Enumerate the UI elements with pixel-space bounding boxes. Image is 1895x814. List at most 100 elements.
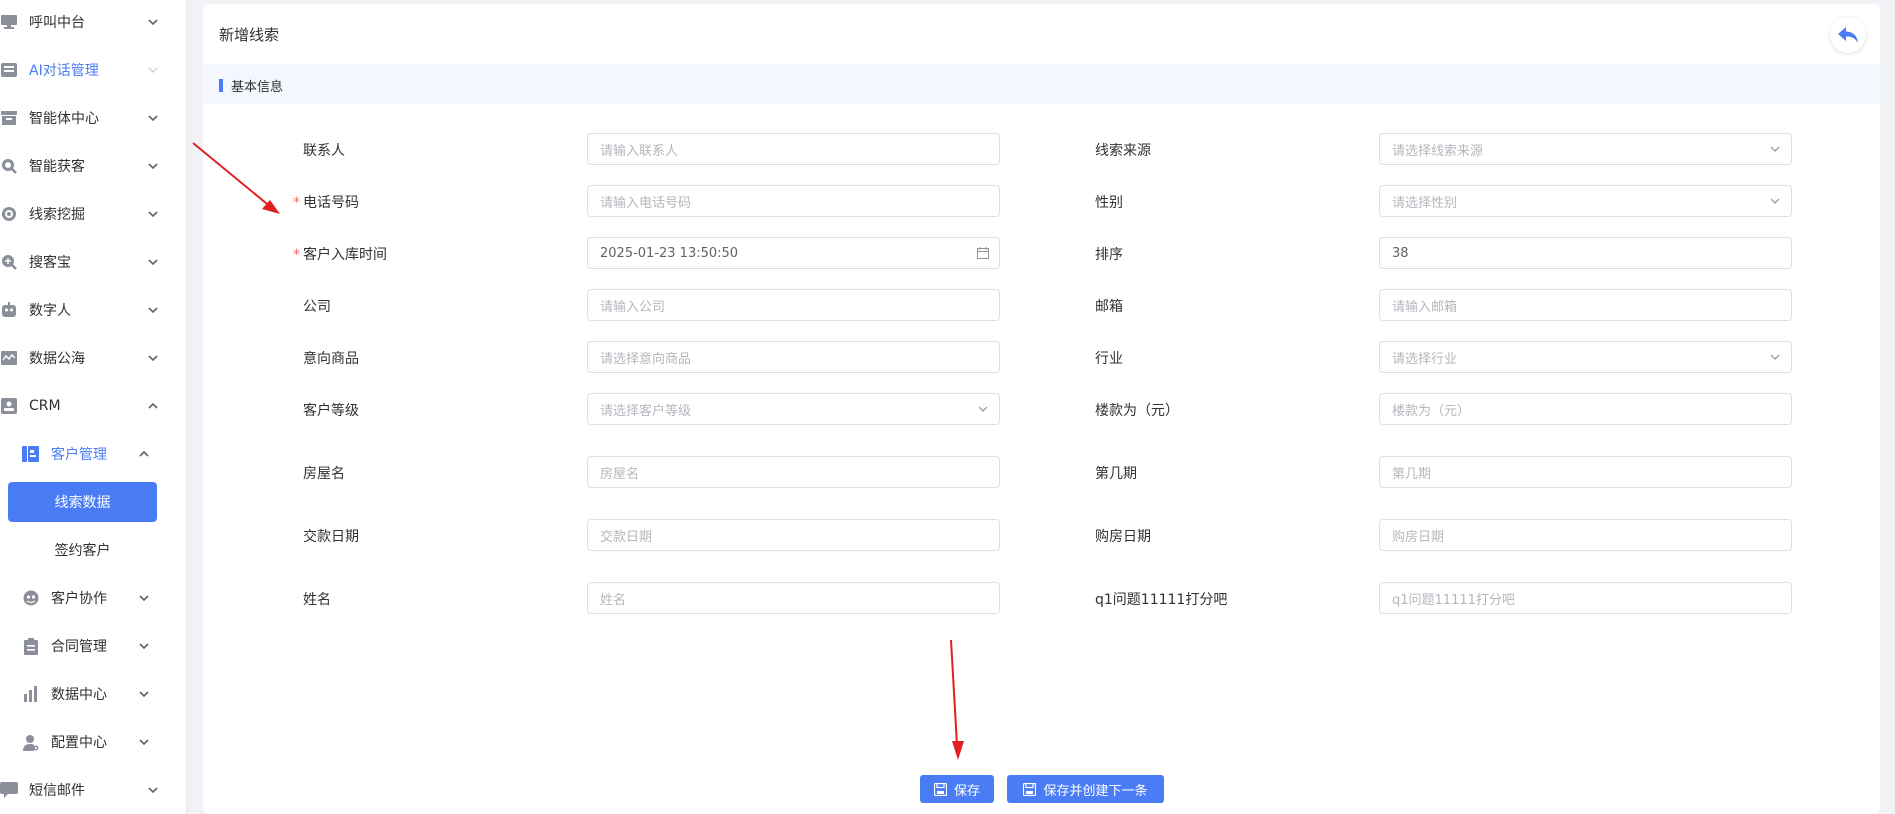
sidebar-item-customer-collab[interactable]: 客户协作	[0, 578, 187, 618]
sidebar-item-agent-center[interactable]: 智能体中心	[0, 98, 187, 138]
sidebar-item-label: 数据中心	[51, 687, 107, 703]
label-payment-date: 交款日期	[303, 529, 359, 545]
customer-level-select[interactable]: 请选择客户等级	[587, 393, 1000, 425]
clipboard-icon	[22, 637, 40, 655]
payment-date-input[interactable]: 交款日期	[587, 519, 1000, 551]
sidebar-item-soukebao[interactable]: 搜客宝	[0, 242, 187, 282]
sidebar-item-label: 合同管理	[51, 639, 107, 655]
sidebar-item-contract-mgmt[interactable]: 合同管理	[0, 626, 187, 666]
sidebar-item-data-center[interactable]: 数据中心	[0, 674, 187, 714]
q1-score-input[interactable]: q1问题11111打分吧	[1379, 582, 1792, 614]
sidebar-item-label: 搜客宝	[29, 255, 71, 271]
sidebar-item-data-sea[interactable]: 数据公海	[0, 338, 187, 378]
label-contact: 联系人	[303, 143, 345, 159]
id-card-icon	[0, 398, 18, 414]
new-lead-form-card: 新增线索 基本信息 联系人 * 电话号码 * 客户入库时间 公司 意向商品 客户等级…	[203, 4, 1880, 814]
sidebar-item-label: 呼叫中台	[29, 15, 85, 31]
sidebar-item-sms-email[interactable]: 短信邮件	[0, 770, 187, 810]
team-icon	[22, 590, 40, 606]
label-name: 姓名	[303, 592, 331, 608]
label-entry-time: * 客户入库时间	[293, 247, 387, 263]
name-input[interactable]: 姓名	[587, 582, 1000, 614]
chevron-down-icon	[1770, 354, 1780, 360]
chevron-up-icon	[139, 450, 149, 457]
entry-time-picker[interactable]: 2025-01-23 13:50:50	[587, 237, 1000, 269]
save-button[interactable]: 保存	[920, 775, 994, 803]
sidebar-item-ai-dialog[interactable]: AI对话管理	[0, 50, 187, 90]
sort-input[interactable]: 38	[1379, 237, 1792, 269]
search-circle-icon	[0, 158, 18, 174]
section-header: 基本信息	[203, 64, 1880, 104]
calendar-icon	[977, 247, 989, 259]
label-lead-source: 线索来源	[1095, 143, 1151, 159]
sidebar-item-label: CRM	[29, 398, 61, 414]
purchase-date-input[interactable]: 购房日期	[1379, 519, 1792, 551]
label-house-name: 房屋名	[303, 466, 345, 482]
save-icon	[933, 782, 947, 796]
sidebar-item-smart-acquire[interactable]: 智能获客	[0, 146, 187, 186]
label-email: 邮箱	[1095, 299, 1123, 315]
back-button[interactable]	[1830, 17, 1866, 53]
sidebar-item-label: 数字人	[29, 303, 71, 319]
label-company: 公司	[303, 299, 331, 315]
robot-icon	[0, 302, 18, 318]
sidebar-item-signed-customers[interactable]: 签约客户	[8, 530, 157, 570]
sidebar-item-label: 智能获客	[29, 159, 85, 175]
sidebar-item-label: 数据公海	[29, 351, 85, 367]
chevron-down-icon	[148, 787, 158, 794]
sidebar-item-label: AI对话管理	[29, 63, 99, 79]
chevron-down-icon	[139, 595, 149, 602]
product-select[interactable]: 请选择意向商品	[587, 341, 1000, 373]
sidebar-item-lead-mining[interactable]: 线索挖掘	[0, 194, 187, 234]
label-phone: * 电话号码	[293, 195, 359, 211]
sidebar-item-label: 签约客户	[54, 543, 111, 559]
lead-source-select[interactable]: 请选择线索来源	[1379, 133, 1792, 165]
label-phase: 第几期	[1095, 466, 1137, 482]
box-icon	[0, 110, 18, 126]
page-title: 新增线索	[219, 26, 280, 44]
contact-input[interactable]: 请输入联系人	[587, 133, 1000, 165]
contacts-icon	[22, 446, 40, 462]
gender-select[interactable]: 请选择性别	[1379, 185, 1792, 217]
chevron-down-icon	[139, 691, 149, 698]
sidebar-item-call-center[interactable]: 呼叫中台	[0, 2, 187, 42]
sidebar-item-label: 智能体中心	[29, 111, 99, 127]
save-and-create-next-button[interactable]: 保存并创建下一条	[1007, 775, 1164, 803]
label-product: 意向商品	[303, 351, 359, 367]
user-gear-icon	[22, 734, 40, 751]
book-icon	[0, 62, 18, 78]
phase-input[interactable]: 第几期	[1379, 456, 1792, 488]
chevron-down-icon	[1770, 146, 1780, 152]
section-marker	[219, 79, 223, 92]
phone-input[interactable]: 请输入电话号码	[587, 185, 1000, 217]
company-input[interactable]: 请输入公司	[587, 289, 1000, 321]
house-name-input[interactable]: 房屋名	[587, 456, 1000, 488]
label-payment-amount: 楼款为（元）	[1095, 403, 1179, 419]
sidebar-item-digital-human[interactable]: 数字人	[0, 290, 187, 330]
payment-amount-input[interactable]: 楼款为（元）	[1379, 393, 1792, 425]
label-gender: 性别	[1095, 195, 1123, 211]
sidebar-item-crm[interactable]: CRM	[0, 386, 187, 426]
sidebar-item-label: 线索挖掘	[29, 207, 85, 223]
section-title: 基本信息	[231, 80, 284, 95]
monitor-icon	[0, 14, 18, 30]
chevron-down-icon	[148, 19, 158, 26]
chevron-down-icon	[148, 67, 158, 73]
industry-select[interactable]: 请选择行业	[1379, 341, 1792, 373]
label-q1-score: q1问题11111打分吧	[1095, 592, 1228, 608]
sidebar-item-config-center[interactable]: 配置中心	[0, 722, 187, 762]
label-customer-level: 客户等级	[303, 403, 359, 419]
chevron-up-icon	[148, 402, 158, 409]
back-arrow-icon	[1838, 27, 1858, 43]
label-sort: 排序	[1095, 247, 1123, 263]
save-icon	[1023, 782, 1037, 796]
chevron-down-icon	[978, 406, 988, 412]
sidebar-item-label: 配置中心	[51, 735, 107, 751]
sidebar-item-leads-data[interactable]: 线索数据	[8, 482, 157, 522]
email-input[interactable]: 请输入邮箱	[1379, 289, 1792, 321]
bar-chart-icon	[22, 686, 40, 702]
chevron-down-icon	[148, 211, 158, 218]
sidebar-item-label: 客户管理	[51, 447, 107, 463]
label-industry: 行业	[1095, 351, 1123, 367]
sidebar-item-customer-mgmt[interactable]: 客户管理	[0, 434, 187, 474]
